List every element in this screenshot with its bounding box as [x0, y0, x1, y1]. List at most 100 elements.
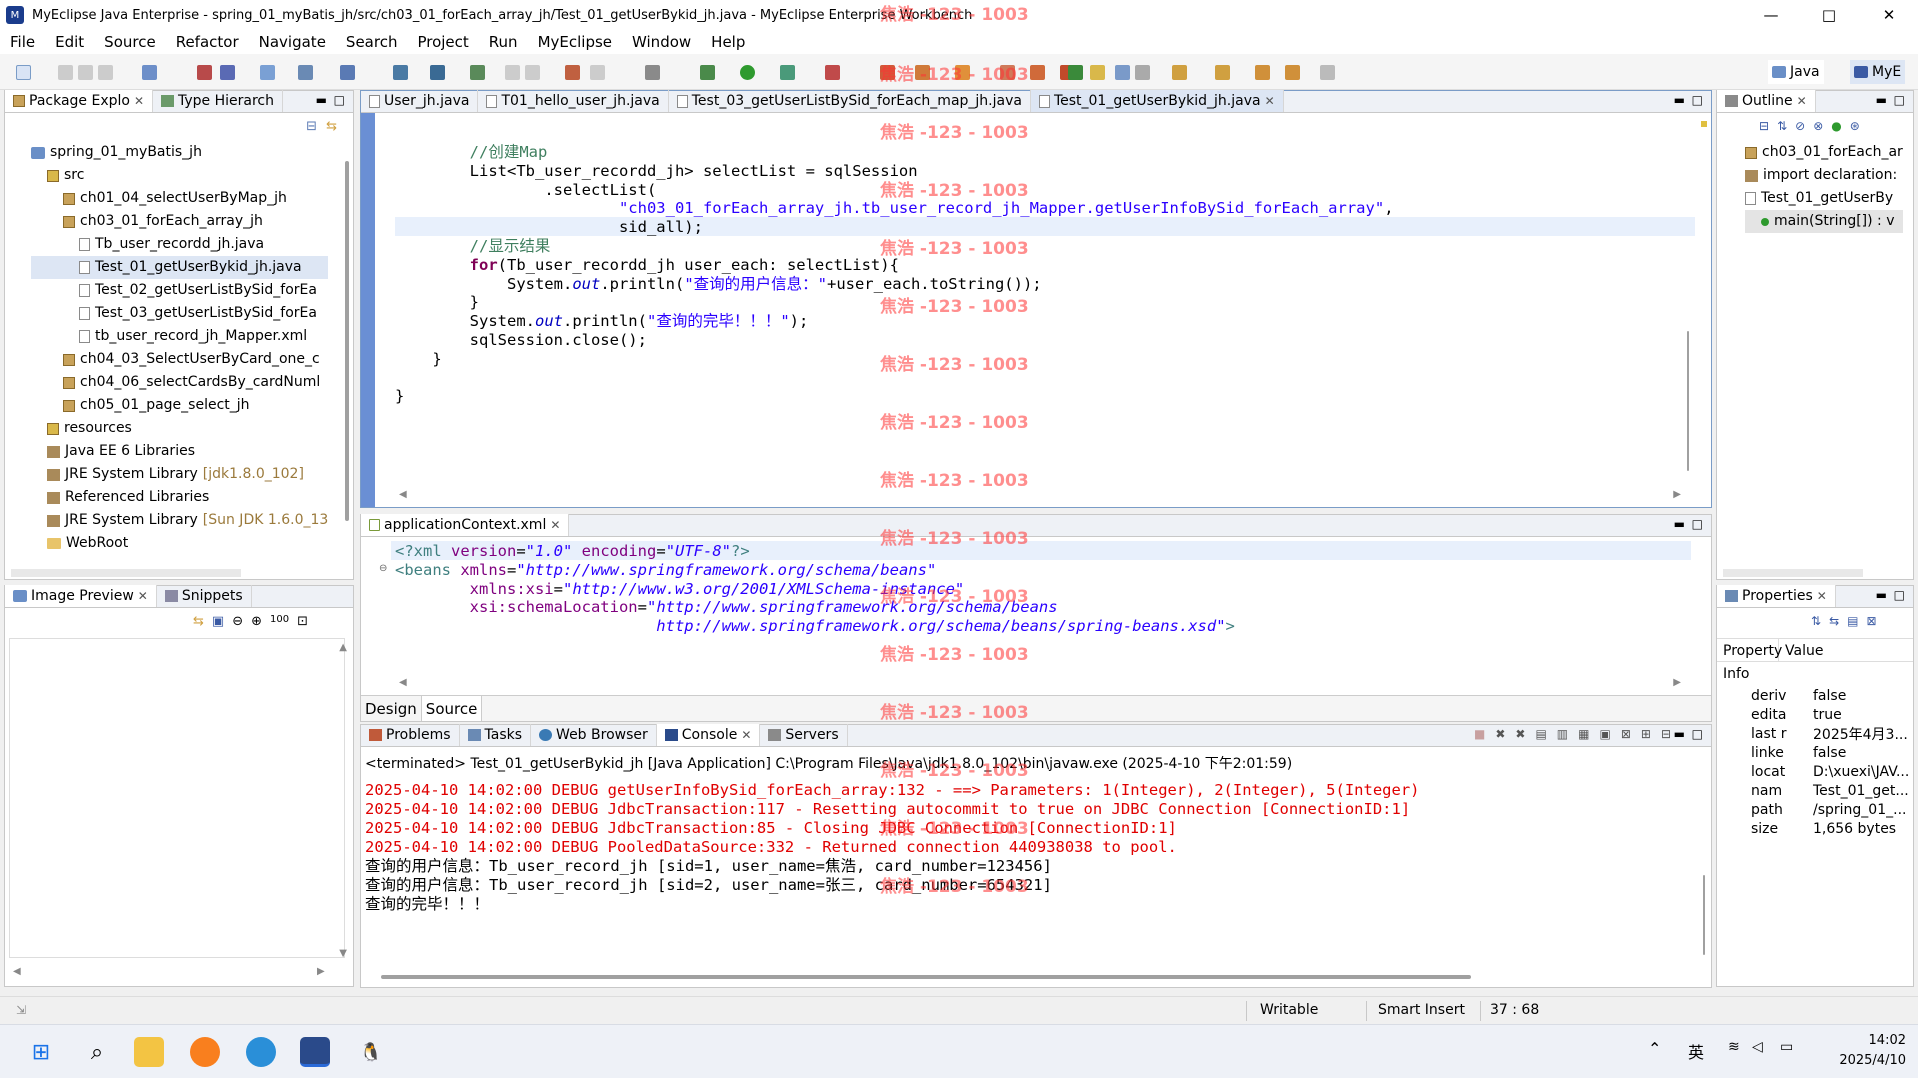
scroll-left-icon[interactable]: ◀ [399, 489, 407, 500]
outline-hscroll[interactable] [1723, 569, 1863, 577]
search-icon[interactable]: ⌕ [82, 1037, 112, 1067]
close-icon[interactable]: ✕ [134, 94, 144, 108]
forward-icon[interactable] [1320, 65, 1335, 80]
minimize-editor-icon[interactable]: ▬ [1674, 517, 1685, 531]
minimize-view-icon[interactable]: ▬ [1674, 727, 1685, 741]
back-icon[interactable] [1285, 65, 1300, 80]
tree-item[interactable]: src [31, 164, 328, 187]
clear-console-icon[interactable]: ▤ [1535, 727, 1546, 741]
new-class-icon[interactable] [955, 65, 970, 80]
menu-file[interactable]: File [0, 33, 45, 51]
zoom-in-icon[interactable]: ⊕ [251, 614, 262, 629]
minimize-view-icon[interactable]: ▬ [1876, 93, 1887, 107]
close-icon[interactable]: ✕ [1265, 94, 1275, 108]
package-explorer-vscroll[interactable] [345, 161, 349, 521]
editor-vscroll[interactable] [1687, 331, 1689, 471]
tree-item[interactable]: Tb_user_recordd_jh.java [31, 233, 328, 256]
clean-icon[interactable] [525, 65, 540, 80]
tree-item[interactable]: JRE System Library [Sun JDK 1.6.0_13 [31, 509, 328, 532]
close-icon[interactable]: ✕ [741, 728, 751, 742]
tab-outline[interactable]: Outline ✕ [1717, 90, 1816, 112]
scroll-right-icon[interactable]: ▶ [1673, 677, 1681, 688]
menu-search[interactable]: Search [336, 33, 408, 51]
hide-local-types-icon[interactable]: ⊛ [1850, 119, 1860, 133]
actual-size-icon[interactable]: 100 [270, 614, 289, 629]
console-output[interactable]: 2025-04-10 14:02:00 DEBUG getUserInfoByS… [365, 781, 1420, 914]
outline-item[interactable]: import declaration: [1745, 164, 1903, 187]
console-hscroll[interactable] [381, 975, 1471, 979]
tab-properties[interactable]: Properties ✕ [1717, 585, 1836, 607]
tab-problems[interactable]: Problems [361, 724, 460, 746]
value-column-header[interactable]: Value [1779, 639, 1829, 661]
scroll-up-icon[interactable]: ▲ [339, 642, 347, 653]
battery-icon[interactable]: ▭ [1780, 1039, 1793, 1055]
minimize-button[interactable]: — [1748, 0, 1794, 30]
scroll-left-icon[interactable]: ◀ [399, 677, 407, 688]
qq-icon[interactable]: 🐧 [356, 1037, 386, 1067]
tree-item[interactable]: Referenced Libraries [31, 486, 328, 509]
menu-source[interactable]: Source [94, 33, 166, 51]
external-tools-icon[interactable] [825, 65, 840, 80]
new-java-project-icon[interactable] [880, 65, 895, 80]
fold-collapse-icon[interactable]: ⊖ [379, 563, 387, 574]
volume-icon[interactable]: ◁ [1752, 1039, 1763, 1055]
save-icon[interactable] [58, 65, 73, 80]
close-button[interactable]: ✕ [1866, 0, 1912, 30]
tree-item[interactable]: ch01_04_selectUserByMap_jh [31, 187, 328, 210]
menu-run[interactable]: Run [479, 33, 528, 51]
menu-myeclipse[interactable]: MyEclipse [528, 33, 622, 51]
fit-window-icon[interactable]: ⊡ [297, 614, 308, 629]
print-icon[interactable] [98, 65, 113, 80]
tab-test01[interactable]: Test_01_getUserBykid_jh.java ✕ [1030, 90, 1284, 112]
pin-properties-icon[interactable]: ⊠ [1866, 614, 1876, 628]
display-console-icon[interactable]: ⊟ [1661, 727, 1671, 741]
terminate-icon[interactable]: ■ [1474, 727, 1485, 741]
debug-server-icon[interactable] [298, 65, 313, 80]
scroll-right-icon[interactable]: ▶ [1673, 489, 1681, 500]
web-icon[interactable] [470, 65, 485, 80]
tab-console[interactable]: Console ✕ [656, 724, 761, 746]
show-console-icon[interactable]: ▣ [1599, 727, 1610, 741]
outline-item[interactable]: ch03_01_forEach_ar [1745, 141, 1903, 164]
annotation-icon[interactable] [1068, 65, 1083, 80]
run-icon[interactable] [740, 65, 755, 80]
show-whitespace-icon[interactable] [1135, 65, 1150, 80]
xml-code[interactable]: <?xml version="1.0" encoding="UTF-8"?> <b… [395, 542, 1235, 636]
scroll-right-icon[interactable]: ▶ [317, 966, 325, 977]
collapse-all-icon[interactable]: ⊟ [1759, 119, 1769, 133]
menu-help[interactable]: Help [701, 33, 755, 51]
close-icon[interactable]: ✕ [1817, 589, 1827, 603]
link-with-editor-icon[interactable]: ⇆ [326, 119, 337, 134]
tab-image-preview[interactable]: Image Preview ✕ [5, 585, 157, 607]
close-icon[interactable]: ✕ [138, 589, 148, 603]
fast-view-icon[interactable]: ⇲ [16, 1003, 26, 1017]
word-wrap-icon[interactable]: ▦ [1578, 727, 1589, 741]
tree-item[interactable]: JRE System Library [jdk1.8.0_102] [31, 463, 328, 486]
show-categories-icon[interactable]: ⇅ [1811, 614, 1821, 628]
terminal-icon[interactable] [645, 65, 660, 80]
last-edit-location-icon[interactable] [1255, 65, 1270, 80]
perspective-myeclipse[interactable]: MyE [1850, 60, 1906, 84]
maximize-view-icon[interactable]: □ [1894, 588, 1905, 602]
java-code[interactable]: //创建Map List<Tb_user_recordd_jh> selectL… [395, 143, 1394, 406]
outline-item[interactable]: Test_01_getUserBy [1745, 187, 1903, 210]
firefox-icon[interactable] [190, 1037, 220, 1067]
wifi-icon[interactable]: ≋ [1728, 1039, 1740, 1055]
tab-web-browser[interactable]: Web Browser [531, 724, 657, 746]
new-package-icon[interactable] [915, 65, 930, 80]
tab-user-jh[interactable]: User_jh.java [361, 90, 479, 112]
maximize-view-icon[interactable]: □ [334, 93, 345, 107]
property-row[interactable]: locat D:\xuexi\JAV... [1745, 762, 1909, 781]
close-icon[interactable]: ✕ [550, 518, 560, 532]
myeclipse-taskbar-icon[interactable] [300, 1037, 330, 1067]
property-row[interactable]: size 1,656 bytes [1745, 819, 1909, 838]
browser-icon[interactable] [430, 65, 445, 80]
menu-edit[interactable]: Edit [45, 33, 94, 51]
scroll-down-icon[interactable]: ▼ [339, 948, 347, 959]
tree-item[interactable]: ch04_03_SelectUserByCard_one_c [31, 348, 328, 371]
tab-servers[interactable]: Servers [760, 724, 848, 746]
tree-item[interactable]: tb_user_record_jh_Mapper.xml [31, 325, 328, 348]
sync-icon[interactable]: ⇆ [193, 614, 204, 629]
tree-item[interactable]: ch03_01_forEach_array_jh [31, 210, 328, 233]
tab-application-context[interactable]: applicationContext.xml ✕ [361, 514, 570, 536]
